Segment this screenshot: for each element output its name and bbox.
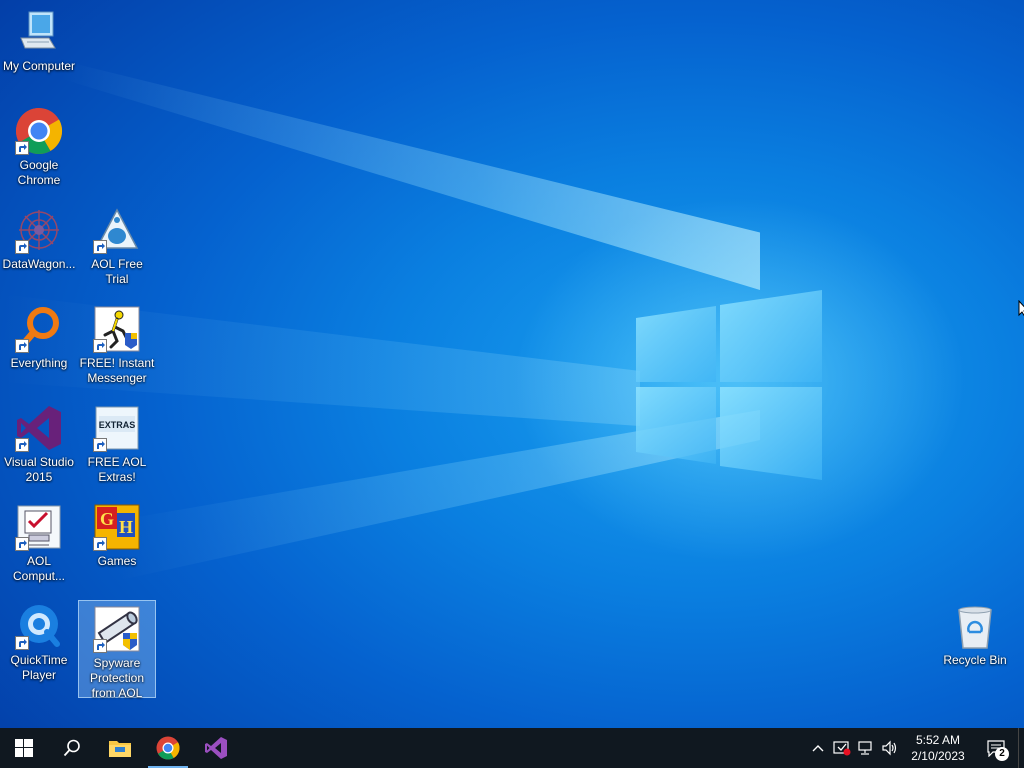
icon-label: Games	[97, 554, 137, 568]
show-desktop-button[interactable]	[1018, 728, 1024, 768]
desktop-icon-my-computer[interactable]: My Computer	[0, 4, 78, 102]
folder-icon	[109, 741, 131, 757]
aol-triangle-icon	[93, 206, 141, 254]
icon-label: AOL Free Trial	[91, 257, 143, 286]
icon-label: Visual Studio 2015	[4, 455, 74, 484]
taskbar: 5:52 AM 2/10/2023 2	[0, 728, 1024, 768]
icon-label: FREE AOL Extras!	[87, 455, 147, 484]
datawagon-icon	[15, 206, 63, 254]
windows-logo-wallpaper	[636, 290, 822, 480]
aim-running-man-icon	[93, 305, 141, 353]
taskbar-visual-studio[interactable]	[192, 728, 240, 768]
mouse-pointer-icon	[1018, 300, 1024, 317]
magnifier-icon	[15, 305, 63, 353]
network-icon	[858, 741, 872, 755]
desktop-icon-datawagon[interactable]: DataWagon...	[0, 202, 78, 300]
search-icon	[63, 739, 80, 757]
shortcut-arrow-icon	[15, 141, 29, 155]
light-beam	[60, 60, 760, 290]
speaker-icon	[882, 740, 897, 756]
action-center-button[interactable]: 2	[974, 728, 1018, 768]
system-tray: 5:52 AM 2/10/2023 2	[806, 728, 1024, 768]
visual-studio-icon	[15, 404, 63, 452]
icon-label: FREE! Instant Messenger	[79, 356, 155, 385]
notification-count-badge: 2	[995, 747, 1009, 761]
icon-label: Everything	[10, 356, 68, 370]
shortcut-arrow-icon	[15, 438, 29, 452]
shortcut-arrow-icon	[93, 639, 107, 653]
tray-security-alert[interactable]	[830, 728, 854, 768]
clock-date: 2/10/2023	[911, 749, 965, 763]
desktop[interactable]: My Computer Google Chrome DataWagon... A…	[0, 0, 1024, 728]
svg-text:H: H	[119, 517, 133, 537]
shortcut-arrow-icon	[15, 537, 29, 551]
desktop-icon-google-chrome[interactable]: Google Chrome	[0, 103, 78, 201]
security-alert-icon	[833, 741, 851, 756]
desktop-icon-spyware-protection[interactable]: Spyware Protection from AOL	[78, 600, 156, 700]
shortcut-arrow-icon	[93, 438, 107, 452]
svg-text:G: G	[100, 509, 114, 529]
chrome-icon	[156, 736, 180, 760]
chevron-up-icon	[812, 745, 824, 752]
tray-volume[interactable]	[878, 728, 902, 768]
icon-label: AOL Comput...	[12, 554, 66, 583]
quicktime-icon	[15, 602, 63, 650]
computer-icon	[15, 8, 63, 56]
desktop-icon-quicktime[interactable]: QuickTime Player	[0, 598, 78, 696]
icon-label: Spyware Protection from AOL	[89, 656, 145, 700]
icon-label: QuickTime Player	[10, 653, 68, 682]
icon-label: Google Chrome	[17, 158, 61, 187]
desktop-icon-games[interactable]: G H Games	[78, 499, 156, 597]
show-hidden-icons-button[interactable]	[806, 728, 830, 768]
icon-label: Recycle Bin	[943, 653, 1007, 667]
taskbar-file-explorer[interactable]	[96, 728, 144, 768]
checklist-monitor-icon	[15, 503, 63, 551]
desktop-icon-recycle-bin[interactable]: Recycle Bin	[936, 598, 1014, 696]
visual-studio-icon	[205, 737, 227, 759]
taskbar-google-chrome[interactable]	[144, 728, 192, 768]
shortcut-arrow-icon	[15, 636, 29, 650]
spyglass-shield-icon	[93, 605, 141, 653]
recycle-bin-icon	[951, 602, 999, 650]
clock-time: 5:52 AM	[915, 733, 961, 747]
shortcut-arrow-icon	[15, 240, 29, 254]
shortcut-arrow-icon	[93, 240, 107, 254]
taskbar-clock[interactable]: 5:52 AM 2/10/2023	[902, 732, 974, 764]
desktop-icon-instant-messenger[interactable]: FREE! Instant Messenger	[78, 301, 156, 399]
desktop-icon-aol-computer[interactable]: AOL Comput...	[0, 499, 78, 597]
windows-start-icon	[15, 739, 33, 757]
extras-icon: EXTRAS	[93, 404, 141, 452]
games-icon: G H	[93, 503, 141, 551]
extras-badge-text: EXTRAS	[99, 420, 136, 430]
desktop-icon-visual-studio[interactable]: Visual Studio 2015	[0, 400, 78, 498]
desktop-icon-aol-free-trial[interactable]: AOL Free Trial	[78, 202, 156, 300]
icon-label: My Computer	[2, 59, 76, 73]
shortcut-arrow-icon	[93, 537, 107, 551]
desktop-icon-everything[interactable]: Everything	[0, 301, 78, 399]
chrome-icon	[15, 107, 63, 155]
desktop-icon-aol-extras[interactable]: EXTRAS FREE AOL Extras!	[78, 400, 156, 498]
start-button[interactable]	[0, 728, 48, 768]
shortcut-arrow-icon	[15, 339, 29, 353]
search-button[interactable]	[48, 728, 96, 768]
tray-network[interactable]	[854, 728, 878, 768]
icon-label: DataWagon...	[2, 257, 76, 271]
shortcut-arrow-icon	[93, 339, 107, 353]
